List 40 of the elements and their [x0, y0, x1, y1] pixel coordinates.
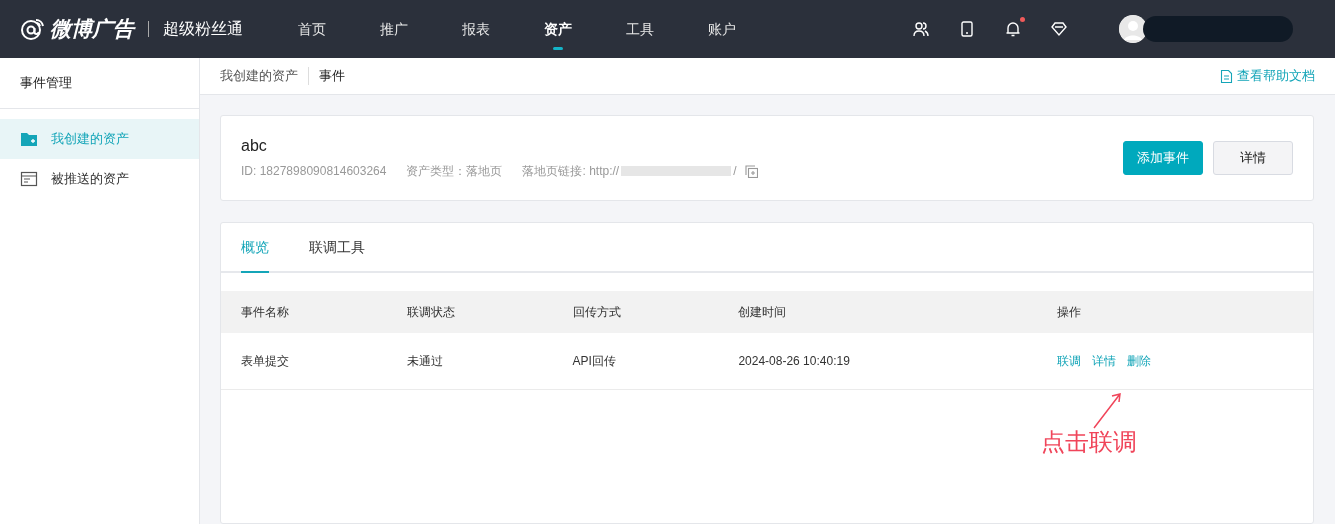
column-header: 创建时间	[718, 291, 1037, 333]
nav-tab[interactable]: 工具	[599, 0, 681, 58]
nav-tab[interactable]: 首页	[271, 0, 353, 58]
column-header: 回传方式	[552, 291, 719, 333]
details-button[interactable]: 详情	[1213, 141, 1293, 175]
document-icon	[1220, 69, 1233, 83]
breadcrumb-item[interactable]: 我创建的资产	[220, 67, 298, 85]
table-cell: 表单提交	[241, 353, 289, 368]
table-cell: API回传	[572, 353, 616, 368]
table-cell: 2024-08-26 10:40:19	[738, 354, 850, 368]
column-header: 联调状态	[386, 291, 553, 333]
tab[interactable]: 联调工具	[309, 223, 365, 273]
link-end: /	[733, 164, 737, 178]
list-icon	[20, 170, 38, 188]
sidebar-item[interactable]: 被推送的资产	[0, 159, 199, 199]
product-name: 超级粉丝通	[163, 18, 243, 39]
asset-id: ID: 1827898090814603264	[241, 164, 387, 178]
bell-icon[interactable]	[1005, 21, 1021, 37]
users-icon[interactable]	[913, 21, 929, 37]
column-header: 事件名称	[221, 291, 387, 333]
asset-type: 资产类型：落地页	[406, 162, 503, 180]
asset-name: abc	[241, 136, 268, 155]
nav-tab[interactable]: 报表	[435, 0, 517, 58]
mobile-icon[interactable]	[959, 21, 975, 37]
nav-tab[interactable]: 推广	[353, 0, 435, 58]
table-cell: 未通过	[406, 353, 443, 368]
column-header: 操作	[1036, 291, 1313, 333]
diamond-icon[interactable]	[1051, 21, 1067, 37]
breadcrumb-item: 事件	[319, 67, 345, 85]
logo-text: 微博广告	[50, 16, 134, 42]
nav-tab[interactable]: 资产	[517, 0, 599, 58]
nav-tab[interactable]: 账户	[681, 0, 763, 58]
logo-icon	[20, 17, 46, 41]
sidebar-title: 事件管理	[0, 58, 199, 109]
folder-icon	[20, 130, 38, 148]
annotation-arrow	[1092, 390, 1124, 430]
link-label: 落地页链接: http://	[522, 162, 620, 180]
copy-icon[interactable]	[744, 164, 758, 178]
annotation-text: 点击联调	[1041, 427, 1137, 457]
avatar-icon[interactable]	[1119, 15, 1147, 43]
